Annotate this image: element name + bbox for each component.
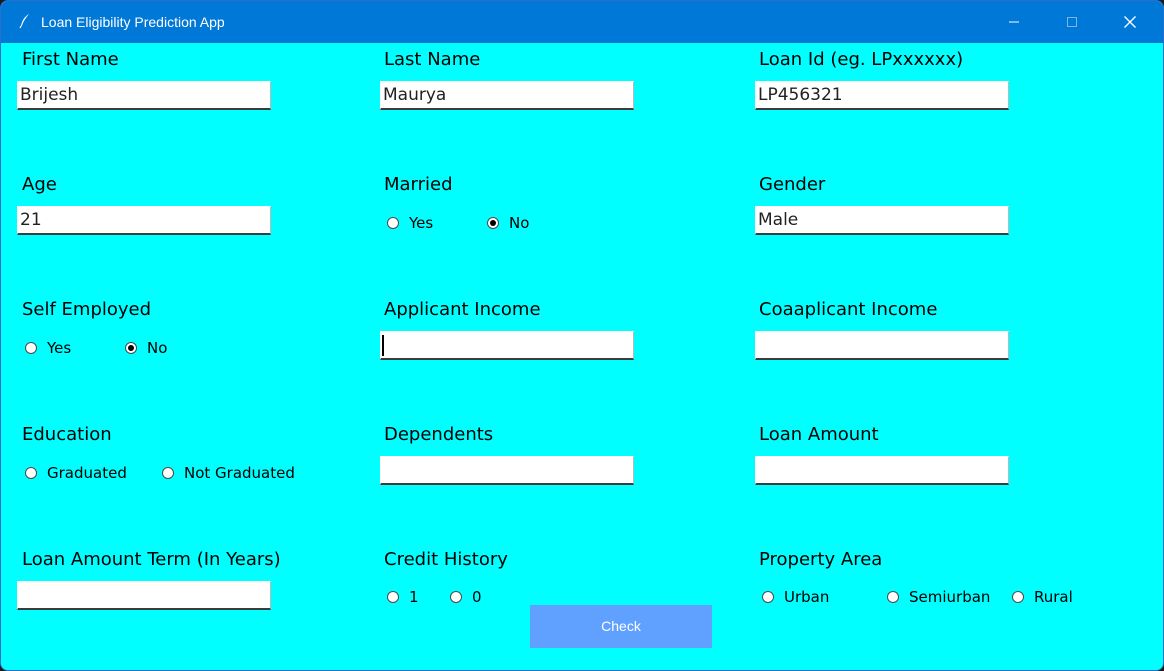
property-area-label: Property Area (759, 549, 883, 570)
maximize-button[interactable] (1043, 1, 1101, 43)
dependents-field[interactable] (380, 456, 634, 485)
title-bar[interactable]: Loan Eligibility Prediction App (1, 1, 1163, 43)
credit-history-label: Credit History (384, 549, 508, 570)
window-title: Loan Eligibility Prediction App (41, 14, 225, 30)
coapplicant-income-field[interactable] (755, 331, 1009, 360)
coapplicant-income-label: Coaaplicant Income (759, 299, 938, 320)
coapplicant-income-input[interactable] (758, 332, 1008, 358)
maximize-icon (1067, 17, 1077, 27)
loan-id-input[interactable] (758, 82, 1008, 108)
radio-unchecked-icon (25, 342, 37, 354)
education-graduated-text: Graduated (47, 464, 127, 482)
radio-unchecked-icon (1012, 591, 1024, 603)
gender-field[interactable] (755, 206, 1009, 235)
loan-id-label: Loan Id (eg. LPxxxxxx) (759, 49, 964, 70)
minimize-icon (1009, 21, 1019, 23)
radio-unchecked-icon (387, 217, 399, 229)
minimize-button[interactable] (985, 1, 1043, 43)
radio-unchecked-icon (762, 591, 774, 603)
self-employed-yes-text: Yes (47, 339, 72, 357)
last-name-label: Last Name (384, 49, 481, 70)
married-label: Married (384, 174, 453, 195)
first-name-label: First Name (22, 49, 119, 70)
education-label: Education (22, 424, 112, 445)
married-yes-text: Yes (409, 214, 434, 232)
close-icon (1124, 16, 1136, 28)
radio-unchecked-icon (450, 591, 462, 603)
credit-history-0-text: 0 (472, 588, 482, 606)
form-area: First Name Last Name Loan Id (eg. LPxxxx… (1, 43, 1163, 670)
app-window: Loan Eligibility Prediction App First Na… (0, 0, 1164, 671)
loan-amount-field[interactable] (755, 456, 1009, 485)
gender-input[interactable] (758, 207, 1008, 233)
text-caret (382, 335, 384, 356)
radio-checked-icon (125, 342, 137, 354)
loan-amount-input[interactable] (758, 457, 1008, 483)
radio-unchecked-icon (387, 591, 399, 603)
radio-checked-icon (487, 217, 499, 229)
applicant-income-label: Applicant Income (384, 299, 541, 320)
loan-amount-term-input[interactable] (20, 582, 270, 608)
loan-amount-term-field[interactable] (17, 581, 271, 610)
close-button[interactable] (1101, 1, 1159, 43)
age-label: Age (22, 174, 57, 195)
property-area-urban-text: Urban (784, 588, 830, 606)
radio-unchecked-icon (25, 467, 37, 479)
property-area-semiurban-text: Semiurban (909, 588, 991, 606)
dependents-label: Dependents (384, 424, 494, 445)
married-no-text: No (509, 214, 530, 232)
age-input[interactable] (20, 207, 270, 233)
applicant-income-input[interactable] (383, 332, 633, 358)
first-name-field[interactable] (17, 81, 271, 110)
last-name-field[interactable] (380, 81, 634, 110)
applicant-income-field[interactable] (380, 331, 634, 360)
self-employed-label: Self Employed (22, 299, 152, 320)
gender-label: Gender (759, 174, 826, 195)
education-not-graduated-text: Not Graduated (184, 464, 295, 482)
last-name-input[interactable] (383, 82, 633, 108)
first-name-input[interactable] (20, 82, 270, 108)
feather-icon (17, 13, 33, 29)
loan-id-field[interactable] (755, 81, 1009, 110)
loan-amount-label: Loan Amount (759, 424, 879, 445)
loan-amount-term-label: Loan Amount Term (In Years) (22, 549, 281, 570)
property-area-rural-text: Rural (1034, 588, 1073, 606)
dependents-input[interactable] (383, 457, 633, 483)
credit-history-1-text: 1 (409, 588, 419, 606)
radio-unchecked-icon (887, 591, 899, 603)
radio-unchecked-icon (162, 467, 174, 479)
check-button[interactable]: Check (530, 605, 712, 648)
self-employed-no-text: No (147, 339, 168, 357)
age-field[interactable] (17, 206, 271, 235)
